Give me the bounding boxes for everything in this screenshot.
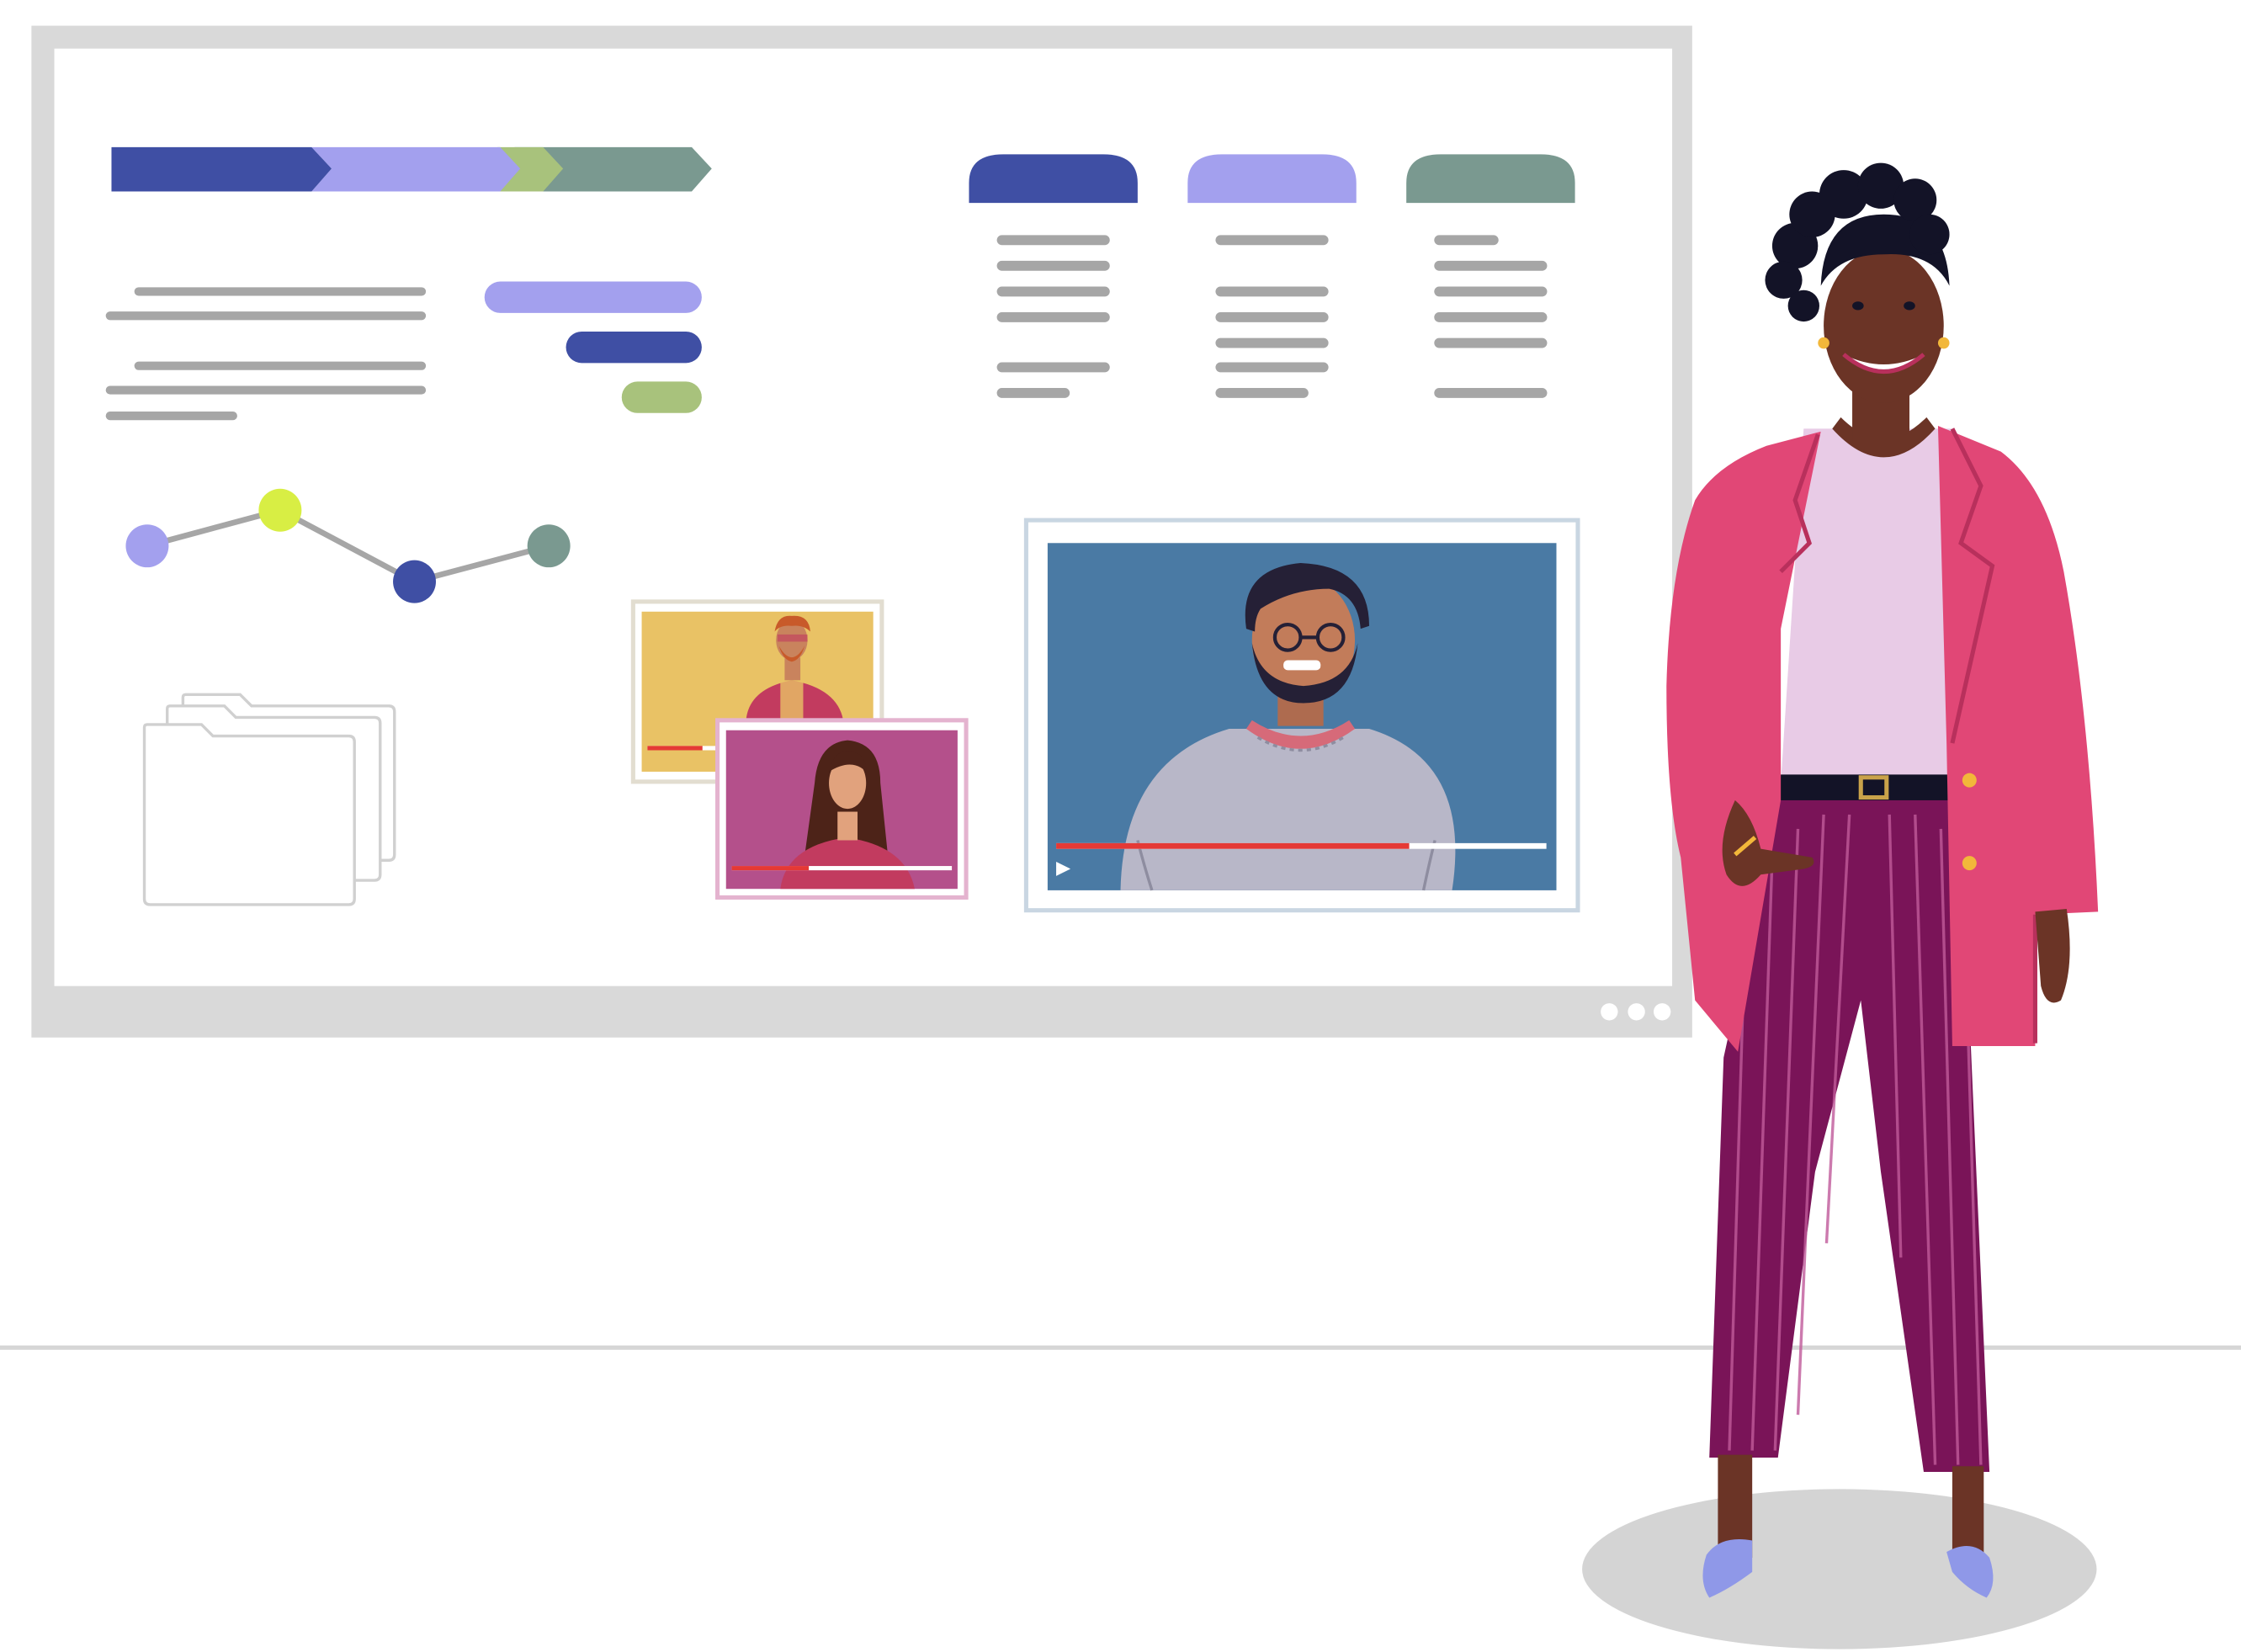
face [1824,248,1944,403]
earring [1937,337,1950,349]
pill-tag-navy [566,331,702,364]
line-chart-point-1 [125,524,169,568]
main-video-player[interactable] [1023,518,1580,913]
column-header-lavender [1187,154,1357,204]
presentation-illustration [0,25,2241,1649]
floor-shadow [1582,1489,2097,1649]
video-thumbnail-pink[interactable] [715,718,969,900]
process-step-1 [111,146,332,192]
process-arrow-bar [111,146,712,192]
video-progress-fill [731,866,810,871]
blazer-button [1962,856,1977,871]
blazer-right [1937,426,2099,1047]
more-dots-icon[interactable] [1601,1003,1671,1021]
line-chart-point-4 [527,524,571,568]
column-header-sage [1406,154,1575,204]
line-chart-point-3 [393,560,436,603]
folder-stack-icon[interactable] [142,693,396,906]
earring [1818,337,1829,349]
column-header-navy [969,154,1138,204]
line-chart-point-2 [258,488,302,532]
video-progress-fill [647,746,703,751]
video-progress-fill[interactable] [1056,842,1410,849]
process-step-2 [311,146,521,192]
pill-tag-lavender [484,281,702,313]
blazer-button [1962,773,1977,788]
pill-tag-green [621,381,702,413]
